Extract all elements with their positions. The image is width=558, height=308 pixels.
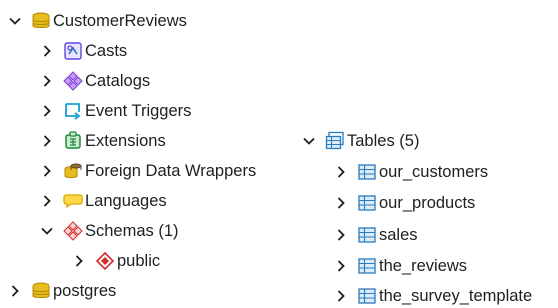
chevron-right-icon[interactable] — [334, 191, 348, 215]
chevron-down-icon[interactable] — [8, 9, 22, 33]
tree-node-extensions[interactable]: Extensions — [40, 129, 166, 153]
foreign-data-wrappers-icon — [63, 161, 83, 181]
tree-node-label: Extensions — [85, 132, 166, 150]
table-icon — [357, 225, 377, 245]
tree-node-catalogs[interactable]: Catalogs — [40, 69, 150, 93]
chevron-down-icon[interactable] — [40, 219, 54, 243]
chevron-right-icon[interactable] — [334, 254, 348, 278]
tree-node-label: Schemas (1) — [85, 222, 179, 240]
languages-icon — [63, 191, 83, 211]
chevron-right-icon[interactable] — [334, 223, 348, 247]
tables-icon — [325, 131, 345, 151]
chevron-right-icon[interactable] — [40, 189, 54, 213]
tree-node-label: Event Triggers — [85, 102, 192, 120]
tree-node-table-sales[interactable]: sales — [334, 223, 418, 247]
chevron-down-icon[interactable] — [302, 129, 316, 153]
chevron-right-icon[interactable] — [40, 39, 54, 63]
schemas-icon — [63, 221, 83, 241]
tree-node-label: sales — [379, 226, 418, 244]
tree-node-label: CustomerReviews — [53, 12, 187, 30]
tree-node-event-triggers[interactable]: Event Triggers — [40, 99, 191, 123]
tree-node-public[interactable]: public — [72, 249, 160, 273]
tree-node-table-our-customers[interactable]: our_customers — [334, 160, 488, 184]
tree-node-schemas[interactable]: Schemas (1) — [40, 219, 179, 243]
tree-node-label: our_products — [379, 194, 476, 212]
table-icon — [357, 193, 377, 213]
tree-node-table-the-reviews[interactable]: the_reviews — [334, 254, 467, 278]
tree-node-label: public — [117, 252, 161, 270]
chevron-right-icon[interactable] — [40, 69, 54, 93]
tree-node-label: Languages — [85, 192, 167, 210]
chevron-right-icon[interactable] — [334, 284, 348, 308]
chevron-right-icon[interactable] — [334, 160, 348, 184]
table-icon — [357, 256, 377, 276]
tree-node-label: Catalogs — [85, 72, 151, 90]
tree-node-foreign-data-wrappers[interactable]: Foreign Data Wrappers — [40, 159, 256, 183]
database-icon — [31, 11, 51, 31]
tree-node-table-our-products[interactable]: our_products — [334, 191, 475, 215]
tree-node-casts[interactable]: Casts — [40, 39, 127, 63]
tree-node-label: Foreign Data Wrappers — [85, 162, 257, 180]
tree-node-table-the-survey-template[interactable]: the_survey_template — [334, 284, 532, 308]
table-icon — [357, 162, 377, 182]
casts-icon — [63, 41, 83, 61]
chevron-right-icon[interactable] — [8, 279, 22, 303]
tree-node-customerreviews[interactable]: CustomerReviews — [8, 9, 187, 33]
catalogs-icon — [63, 71, 83, 91]
database-icon — [31, 281, 51, 301]
tree-node-postgres[interactable]: postgres — [8, 279, 116, 303]
schema-icon — [95, 251, 115, 271]
tree-node-languages[interactable]: Languages — [40, 189, 167, 213]
tree-node-label: the_survey_template — [379, 287, 533, 305]
tree-node-label: Casts — [85, 42, 128, 60]
extensions-icon — [63, 131, 83, 151]
event-triggers-icon — [63, 101, 83, 121]
tree-node-label: postgres — [53, 282, 117, 300]
chevron-right-icon[interactable] — [72, 249, 86, 273]
tree-node-tables[interactable]: Tables (5) — [302, 129, 419, 153]
tree-node-label: the_reviews — [379, 257, 468, 275]
table-icon — [357, 286, 377, 306]
chevron-right-icon[interactable] — [40, 159, 54, 183]
chevron-right-icon[interactable] — [40, 99, 54, 123]
tree-node-label: Tables (5) — [347, 132, 420, 150]
tree-node-label: our_customers — [379, 163, 489, 181]
chevron-right-icon[interactable] — [40, 129, 54, 153]
